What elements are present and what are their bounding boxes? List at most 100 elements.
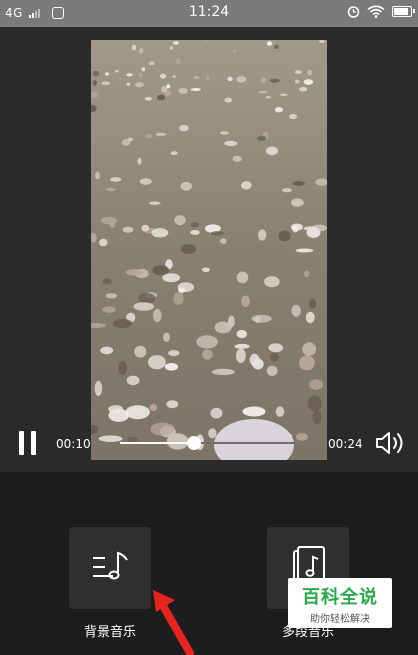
shell-shape	[266, 365, 278, 376]
shell-shape	[141, 224, 150, 232]
shell-shape	[122, 226, 134, 233]
shell-shape	[98, 435, 123, 443]
wifi-icon	[367, 5, 385, 18]
shell-shape	[166, 400, 179, 409]
shell-shape	[266, 41, 273, 46]
shell-shape	[274, 107, 283, 113]
shell-shape	[305, 311, 315, 324]
shell-shape	[292, 181, 305, 186]
current-time: 00:10	[56, 437, 91, 451]
shell-shape	[178, 87, 188, 94]
shell-shape	[135, 82, 144, 88]
shell-shape	[294, 70, 302, 75]
shell-shape	[309, 379, 324, 390]
shell-shape	[174, 215, 186, 226]
shell-shape	[155, 132, 167, 137]
shell-shape	[141, 67, 146, 72]
shell-shape	[179, 124, 189, 132]
shell-shape	[289, 113, 297, 120]
shell-shape	[299, 355, 315, 371]
progress-slider[interactable]	[120, 436, 296, 450]
progress-thumb[interactable]	[186, 436, 201, 450]
watermark-logo: 百科全说 助你轻松解决	[288, 578, 392, 628]
shell-shape	[106, 187, 116, 192]
shell-shape	[281, 188, 292, 193]
shell-shape	[102, 278, 112, 285]
shell-shape	[172, 75, 176, 78]
shell-shape	[227, 76, 233, 82]
shell-shape	[291, 304, 301, 317]
shell-shape	[193, 76, 200, 79]
shell-shape	[152, 265, 169, 276]
background-music-button[interactable]	[69, 527, 151, 609]
shell-shape	[241, 295, 251, 307]
shell-shape	[101, 81, 111, 85]
shell-shape	[92, 80, 97, 86]
alarm-icon	[347, 6, 360, 18]
total-time: 00:24	[328, 437, 363, 451]
shell-shape	[214, 321, 232, 334]
shell-shape	[295, 433, 308, 441]
shell-shape	[236, 348, 246, 364]
shell-shape	[190, 222, 199, 228]
pause-button[interactable]	[17, 430, 41, 456]
shell-shape	[180, 244, 197, 254]
shell-shape	[302, 342, 317, 356]
shell-shape	[153, 308, 162, 323]
shell-shape	[169, 46, 173, 50]
shell-shape	[279, 93, 288, 96]
shell-shape	[295, 248, 314, 253]
shell-shape	[303, 226, 317, 231]
shell-shape	[131, 44, 137, 51]
shell-shape	[190, 87, 201, 92]
shell-shape	[100, 346, 114, 355]
shell-shape	[161, 86, 168, 93]
shell-shape	[162, 273, 180, 283]
shell-shape	[270, 352, 279, 362]
shell-shape	[109, 177, 122, 182]
shell-shape	[125, 269, 143, 276]
shell-shape	[125, 405, 150, 420]
shell-shape	[232, 155, 242, 162]
shell-shape	[268, 343, 283, 353]
volume-icon[interactable]	[374, 429, 406, 457]
shell-shape	[278, 230, 291, 242]
shell-shape	[149, 403, 158, 412]
shell-shape	[94, 380, 103, 396]
shell-shape	[138, 72, 143, 78]
battery-icon	[392, 6, 415, 17]
shell-shape	[294, 79, 300, 84]
shell-shape	[234, 343, 250, 349]
shell-shape	[292, 225, 299, 233]
shell-shape	[126, 73, 133, 77]
shell-shape	[219, 131, 230, 135]
shell-shape	[105, 72, 110, 76]
shell-shape	[303, 79, 314, 85]
shell-shape	[92, 70, 100, 77]
shell-shape	[172, 41, 179, 45]
shell-shape	[170, 151, 178, 156]
shell-shape	[265, 146, 278, 156]
shell-shape	[151, 228, 169, 238]
video-frame[interactable]	[91, 40, 327, 460]
shell-shape	[139, 48, 144, 54]
shell-shape	[264, 276, 280, 288]
shell-shape	[95, 171, 100, 180]
shell-shape	[99, 238, 108, 247]
shell-shape	[236, 329, 248, 339]
shell-shape	[220, 238, 227, 244]
shell-shape	[206, 75, 210, 81]
shell-shape	[105, 293, 118, 299]
shell-shape	[303, 270, 310, 278]
shell-shape	[256, 135, 267, 141]
shell-shape	[224, 140, 238, 146]
music-note-icon	[93, 551, 128, 580]
shell-shape	[299, 87, 308, 92]
shell-shape	[210, 231, 225, 236]
progress-fill	[120, 442, 194, 444]
shell-shape	[175, 58, 181, 65]
shell-shape	[208, 428, 217, 439]
shell-shape	[148, 355, 166, 370]
shell-shape	[160, 73, 166, 79]
shell-shape	[291, 198, 304, 207]
